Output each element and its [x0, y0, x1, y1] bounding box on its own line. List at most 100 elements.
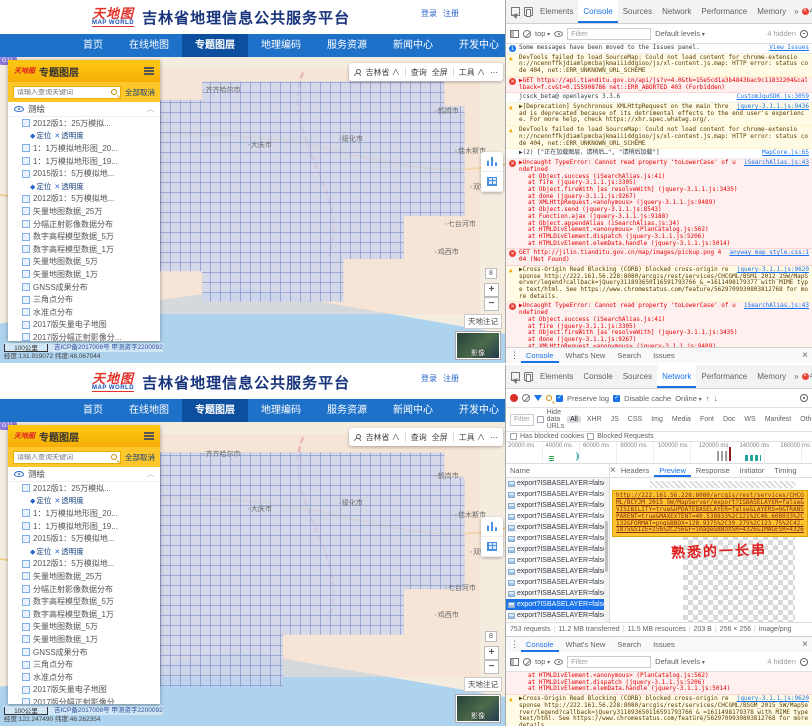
- layer-checkbox[interactable]: [22, 220, 30, 228]
- clear-console-icon[interactable]: [523, 658, 531, 666]
- nav-item[interactable]: 新闻中心: [380, 399, 446, 422]
- grid-table-button[interactable]: [481, 537, 503, 557]
- layer-checkbox[interactable]: [22, 233, 30, 241]
- layer-row[interactable]: 2017版矢量电子地图 ◆定位✕透明度: [8, 319, 160, 332]
- nav-item[interactable]: 开发中心: [446, 399, 505, 422]
- layer-checkbox[interactable]: [22, 661, 30, 669]
- request-type-chip[interactable]: Doc: [720, 416, 738, 423]
- request-row[interactable]: export?ISBASELAYER=false&VISIBILITY=tru.…: [506, 522, 609, 533]
- nav-item[interactable]: 开发中心: [446, 34, 505, 57]
- drawer-tab[interactable]: What's New: [561, 637, 611, 652]
- opacity-link[interactable]: ✕透明度: [54, 130, 83, 141]
- nav-item[interactable]: 服务资源: [314, 399, 380, 422]
- request-type-chip[interactable]: XHR: [584, 416, 605, 423]
- account-link[interactable]: 注册: [443, 373, 459, 384]
- devtools-tab[interactable]: Sources: [618, 0, 657, 23]
- zoom-in-button[interactable]: +: [484, 646, 499, 660]
- nav-item[interactable]: 地理编码: [248, 34, 314, 57]
- request-row[interactable]: export?ISBASELAYER=false&VISIBILITY=tru.…: [506, 577, 609, 588]
- detail-tab[interactable]: Response: [691, 464, 735, 477]
- log-level-selector[interactable]: Default levels: [655, 29, 705, 38]
- layer-checkbox[interactable]: [22, 283, 30, 291]
- drawer-tab[interactable]: Console: [521, 348, 559, 363]
- devtools-tab[interactable]: Console: [578, 365, 617, 388]
- blocked-requests-checkbox[interactable]: [587, 433, 594, 440]
- query-button[interactable]: 查询: [411, 432, 427, 443]
- imagery-layer-switch[interactable]: 影像: [456, 695, 500, 722]
- layer-checkbox[interactable]: [22, 157, 30, 165]
- request-type-chip[interactable]: All: [567, 416, 581, 423]
- request-type-chip[interactable]: Font: [697, 416, 717, 423]
- more-tabs-menu[interactable]: »: [791, 7, 801, 16]
- layer-row[interactable]: 1：1万模拟地形图_20... ◆定位✕透明度: [8, 142, 160, 155]
- drawer-tab[interactable]: Console: [521, 637, 559, 652]
- source-link[interactable]: anyway_map_style.css:1: [730, 250, 809, 257]
- layer-checkbox[interactable]: [22, 522, 30, 530]
- fullscreen-button[interactable]: 全屏: [432, 432, 448, 443]
- legend-button[interactable]: [481, 152, 503, 172]
- request-row[interactable]: export?ISBASELAYER=false&VISIBILITY=tru.…: [506, 544, 609, 555]
- console-message[interactable]: anyway_map_style.css:1 GET http://jilin.…: [506, 249, 812, 265]
- query-button[interactable]: 查询: [411, 67, 427, 78]
- console-message[interactable]: View Issues Some messages have been move…: [506, 44, 812, 54]
- cancel-all-link[interactable]: 全部取消: [125, 87, 155, 98]
- console-sidebar-icon[interactable]: [510, 30, 519, 38]
- nav-item[interactable]: 服务资源: [314, 34, 380, 57]
- request-row[interactable]: export?ISBASELAYER=false&VISIBILITY=tru.…: [506, 533, 609, 544]
- hide-data-urls-checkbox[interactable]: [537, 416, 544, 423]
- nav-item[interactable]: 新闻中心: [380, 34, 446, 57]
- devtools-tab[interactable]: Network: [657, 0, 696, 23]
- disable-cache-checkbox[interactable]: [613, 395, 620, 402]
- layer-row[interactable]: 分幅正射影像数据分布 ◆定位✕透明度: [8, 218, 160, 231]
- layer-row[interactable]: 水准点分布 ◆定位✕透明度: [8, 671, 160, 684]
- layer-row[interactable]: 2012版1：25万模拟... ◆定位✕透明度: [8, 117, 160, 130]
- layer-checkbox[interactable]: [22, 207, 30, 215]
- layer-row[interactable]: 矢量地图数据_5万 ◆定位✕透明度: [8, 256, 160, 269]
- layer-row[interactable]: 1：1万模拟地形图_19... ◆定位✕透明度: [8, 155, 160, 168]
- devtools-tab[interactable]: Network: [657, 365, 696, 388]
- region-selector[interactable]: 吉林省 ∧: [366, 432, 400, 443]
- request-type-chip[interactable]: WS: [741, 416, 758, 423]
- console-message[interactable]: DevTools failed to load SourceMap: Could…: [506, 126, 812, 149]
- console-message[interactable]: at HTMLDivElement.<anonymous> (PlanCatal…: [506, 672, 812, 695]
- layer-checkbox[interactable]: [22, 321, 30, 329]
- more-tabs-menu[interactable]: »: [791, 372, 801, 381]
- layer-row[interactable]: 2017版分幅正射影像分... ◆定位✕透明度: [8, 331, 160, 341]
- layer-checkbox[interactable]: [22, 333, 30, 341]
- layer-row[interactable]: 数字高程模型数据_5万 ◆定位✕透明度: [8, 230, 160, 243]
- locate-link[interactable]: ◆定位: [30, 546, 51, 557]
- console-message[interactable]: ▶GET https://api.tianditu.gov.cn/api/js?…: [506, 77, 812, 93]
- request-row[interactable]: export?ISBASELAYER=false&VISIBILITY=tru.…: [506, 588, 609, 599]
- layer-search-input[interactable]: [17, 89, 111, 96]
- layer-row[interactable]: 矢量地图数据_25万 ◆定位✕透明度: [8, 205, 160, 218]
- console-message[interactable]: jquery-3.1.1.js:9436 ▶[Deprecation] Sync…: [506, 103, 812, 126]
- console-settings-icon[interactable]: [800, 658, 808, 666]
- layer-row[interactable]: 数字高程模型数据_1万 ◆定位✕透明度: [8, 608, 160, 621]
- request-row[interactable]: export?ISBASELAYER=false&VISIBILITY=tru.…: [506, 599, 609, 610]
- layer-row[interactable]: 2015版1：5万模拟地... ◆定位✕透明度: [8, 167, 160, 180]
- hamburger-icon[interactable]: [144, 67, 154, 75]
- cancel-all-link[interactable]: 全部取消: [125, 452, 155, 463]
- drawer-tab[interactable]: Search: [612, 348, 646, 363]
- locate-link[interactable]: ◆定位: [30, 130, 51, 141]
- scrollbar[interactable]: [604, 478, 609, 622]
- zoom-in-button[interactable]: +: [484, 283, 499, 297]
- zoom-out-button[interactable]: −: [484, 297, 499, 311]
- region-selector[interactable]: 吉林省 ∧: [366, 67, 400, 78]
- layer-checkbox[interactable]: [22, 245, 30, 253]
- layer-checkbox[interactable]: [22, 648, 30, 656]
- layer-checkbox[interactable]: [22, 635, 30, 643]
- layer-row[interactable]: GNSS成果分布 ◆定位✕透明度: [8, 281, 160, 294]
- more-menu[interactable]: ⋯: [490, 68, 498, 77]
- opacity-link[interactable]: ✕透明度: [54, 181, 83, 192]
- search-icon[interactable]: [111, 89, 117, 95]
- console-log-area[interactable]: View Issues Some messages have been move…: [506, 44, 812, 347]
- layer-row[interactable]: 三角点分布 ◆定位✕透明度: [8, 658, 160, 671]
- locate-link[interactable]: ◆定位: [30, 495, 51, 506]
- drawer-tab[interactable]: Issues: [648, 348, 680, 363]
- inspect-icon[interactable]: [511, 372, 520, 381]
- devtools-tab[interactable]: Console: [578, 0, 617, 23]
- throttling-selector[interactable]: Online: [675, 394, 701, 403]
- inspect-icon[interactable]: [511, 7, 520, 16]
- export-har-icon[interactable]: ↓: [714, 394, 718, 403]
